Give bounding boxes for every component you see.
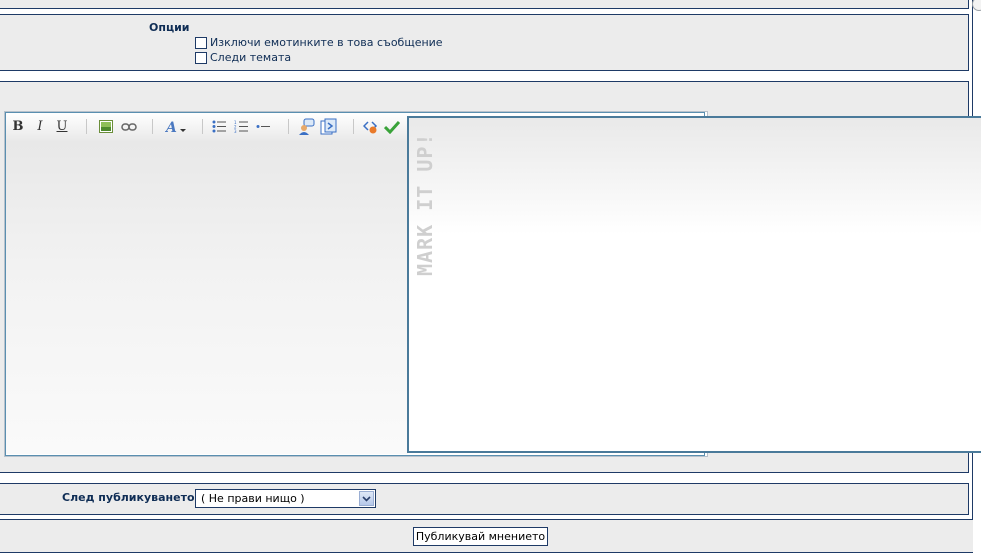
disable-smilies-checkbox[interactable] [195,37,207,49]
corner-icon [972,0,981,11]
svg-text:A: A [165,120,177,134]
image-icon [99,120,113,133]
toolbar-separator [86,119,87,134]
insert-link-button[interactable] [120,118,138,135]
code-button[interactable] [319,118,337,135]
bold-button[interactable]: B [12,118,24,135]
bullet-list-button[interactable] [211,118,227,135]
submit-post-button[interactable]: Публикувай мнението [413,527,548,546]
top-panel [0,0,969,9]
numbered-list-button[interactable]: 123 [233,118,249,135]
markitup-watermark: MARK IT UP! [410,130,437,280]
options-panel [0,14,969,71]
code-icon [320,118,336,135]
toolbar-separator [288,119,289,134]
font-color-button[interactable]: A [164,118,188,135]
preview-button[interactable] [362,118,380,135]
chevron-down-icon [362,495,371,502]
quote-icon [298,118,314,135]
insert-image-button[interactable] [98,118,114,135]
list-item-button[interactable] [255,118,271,135]
preview-icon [363,120,378,133]
toolbar-separator [202,119,203,134]
markitup-watermark-text: MARK IT UP! [413,133,436,276]
check-button[interactable] [383,118,401,135]
toolbar-separator [152,119,153,134]
bullet-list-icon [212,120,226,133]
link-icon [121,122,137,131]
check-icon [384,120,400,134]
underline-button[interactable]: U [56,118,68,135]
dropdown-arrow-button[interactable] [359,491,374,506]
quote-button[interactable] [297,118,315,135]
options-label: Опции [149,21,190,34]
font-color-icon: A [165,120,186,134]
after-post-label: След публикуването [62,491,195,504]
watch-topic-checkbox[interactable] [195,52,207,64]
italic-button[interactable]: I [34,118,46,135]
disable-smilies-label: Изключи емотинките в това съобщение [210,36,443,49]
svg-text:3: 3 [234,129,237,133]
markitup-preview-pane [407,116,981,453]
markitup-logo-icon: MARK IT UP! [413,133,437,276]
message-textarea[interactable] [6,141,408,454]
after-post-selected-value: ( Не прави нищо ) [201,492,305,505]
toolbar-separator [353,119,354,134]
after-post-select[interactable]: ( Не прави нищо ) [195,489,376,508]
numbered-list-icon: 123 [234,120,248,133]
watch-topic-label: Следи темата [210,51,292,64]
editor-toolbar: B I U A 123 [6,113,409,141]
list-item-icon [256,125,270,128]
